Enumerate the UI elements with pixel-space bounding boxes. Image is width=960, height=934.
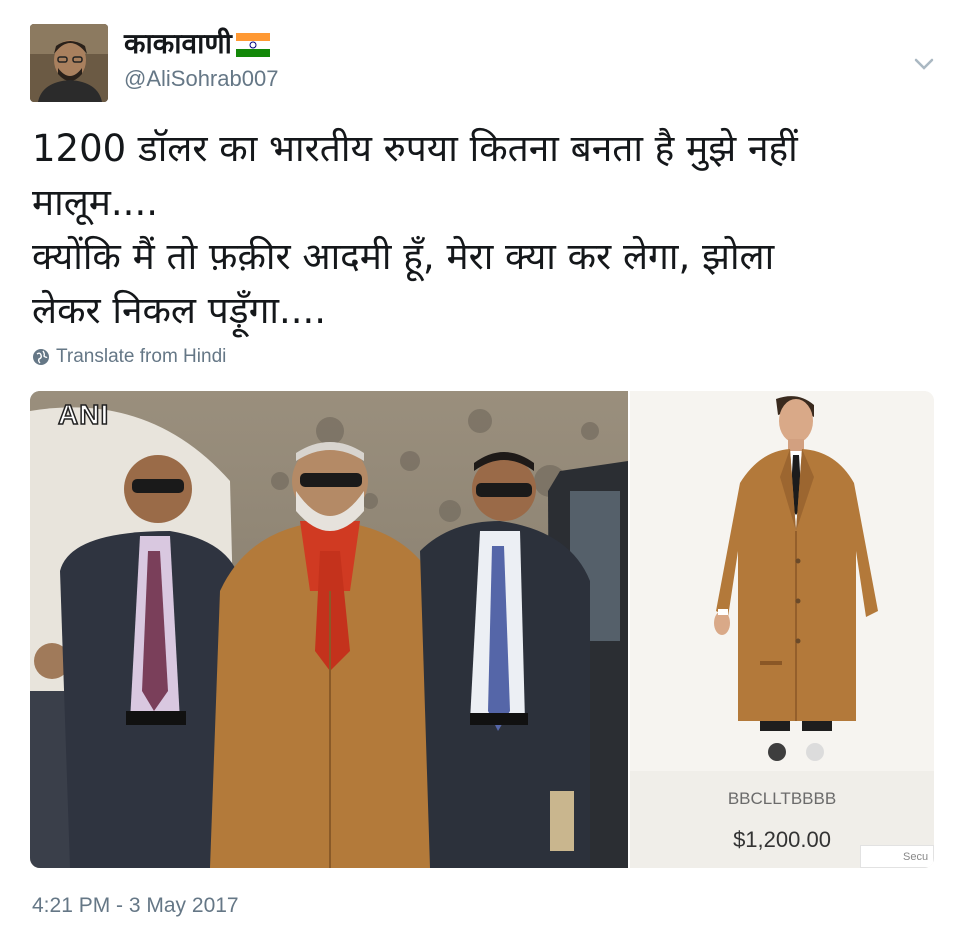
display-name[interactable]: काकावाणी xyxy=(124,24,270,62)
carousel-dot[interactable] xyxy=(806,743,824,761)
tweet-photo-left[interactable]: ANI xyxy=(30,391,628,868)
ani-watermark: ANI xyxy=(57,398,110,431)
globe-icon xyxy=(33,349,49,365)
tweet-photo-right[interactable]: BBCLLTBBBB $1,200.00 Secu xyxy=(630,391,934,868)
india-flag-icon xyxy=(235,31,270,57)
tweet-line: क्योंकि मैं तो फ़क़ीर आदमी हूँ, मेरा क्य… xyxy=(32,235,775,278)
product-info: BBCLLTBBBB $1,200.00 Secu xyxy=(630,771,934,868)
tweet-text: 1200 डॉलर का भारतीय रुपया कितना बनता है … xyxy=(32,122,932,338)
tweet-timestamp[interactable]: 4:21 PM - 3 May 2017 xyxy=(32,894,239,918)
display-name-text[interactable]: काकावाणी xyxy=(124,24,232,62)
product-sku: BBCLLTBBBB xyxy=(727,789,837,808)
avatar[interactable] xyxy=(30,24,108,102)
translate-link[interactable]: Translate from Hindi xyxy=(32,346,226,368)
user-handle[interactable]: @AliSohrab007 xyxy=(124,66,278,92)
tweet-line: 1200 डॉलर का भारतीय रुपया कितना बनता है … xyxy=(32,127,798,170)
tweet-line: मालूम.... xyxy=(32,181,158,224)
chevron-down-icon[interactable] xyxy=(912,56,936,72)
secure-badge: Secu xyxy=(860,845,934,868)
tweet-line: लेकर निकल पड़ूँगा.... xyxy=(32,289,327,332)
translate-label[interactable]: Translate from Hindi xyxy=(56,346,226,368)
carousel-dot[interactable] xyxy=(768,743,786,761)
